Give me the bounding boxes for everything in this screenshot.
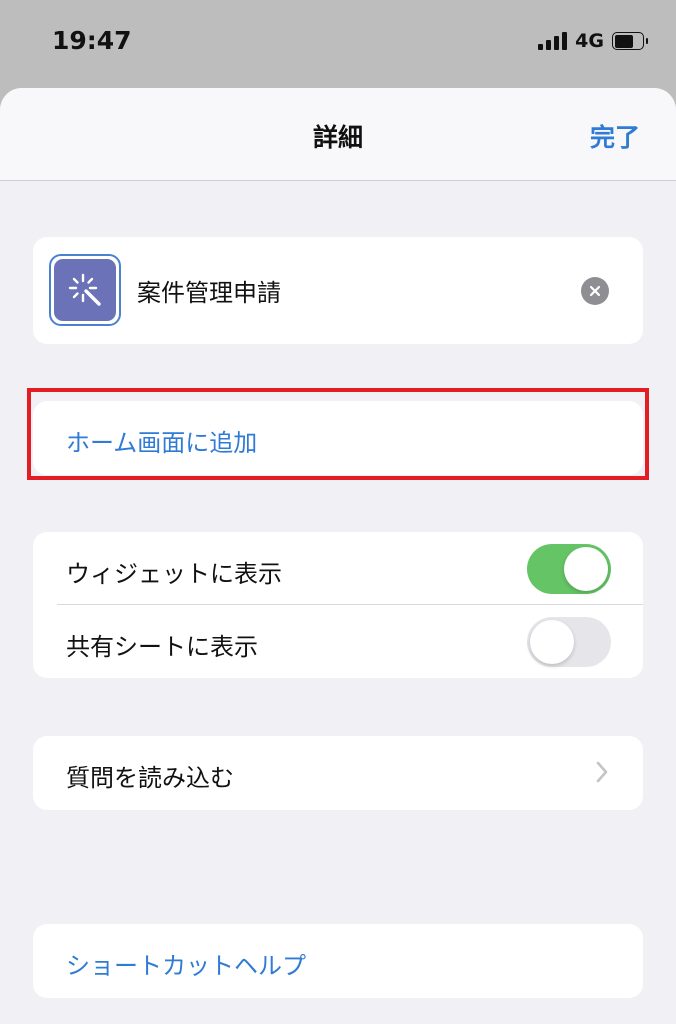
status-indicators: 4G xyxy=(538,30,648,52)
show-in-share-sheet-toggle[interactable] xyxy=(527,617,611,667)
network-type: 4G xyxy=(575,30,604,52)
close-icon xyxy=(589,285,601,297)
import-questions-button[interactable]: 質問を読み込む xyxy=(33,736,643,810)
magic-wand-icon xyxy=(68,273,101,306)
status-bar: 19:47 4G xyxy=(0,0,676,86)
signal-icon xyxy=(538,32,568,50)
show-in-share-sheet-row: 共有シートに表示 xyxy=(33,605,643,678)
shortcut-help-button[interactable]: ショートカットヘルプ xyxy=(33,924,643,998)
shortcut-help-label: ショートカットヘルプ xyxy=(66,952,306,980)
show-in-share-sheet-label: 共有シートに表示 xyxy=(66,633,258,661)
show-in-widget-label: ウィジェットに表示 xyxy=(66,560,282,588)
status-time: 19:47 xyxy=(52,26,132,55)
nav-bar: 詳細 完了 xyxy=(0,88,676,181)
details-sheet: 詳細 完了 案件管理申請 ホーム画面に追加 ウィジェットに表示 共有シートに表示… xyxy=(0,88,676,1024)
import-questions-label: 質問を読み込む xyxy=(66,764,234,792)
add-to-home-screen-button[interactable]: ホーム画面に追加 xyxy=(33,401,643,475)
show-in-widget-row: ウィジェットに表示 xyxy=(33,532,643,605)
shortcut-icon-button[interactable] xyxy=(49,254,121,326)
page-title: 詳細 xyxy=(312,123,363,152)
chevron-right-icon xyxy=(596,761,608,783)
battery-icon xyxy=(612,32,648,50)
done-button[interactable]: 完了 xyxy=(590,118,640,154)
show-in-widget-toggle[interactable] xyxy=(527,544,611,594)
clear-name-button[interactable] xyxy=(581,277,609,305)
shortcut-name[interactable]: 案件管理申請 xyxy=(137,273,281,308)
display-options-card: ウィジェットに表示 共有シートに表示 xyxy=(33,532,643,678)
add-to-home-screen-label: ホーム画面に追加 xyxy=(66,429,258,457)
shortcut-card: 案件管理申請 xyxy=(33,237,643,344)
